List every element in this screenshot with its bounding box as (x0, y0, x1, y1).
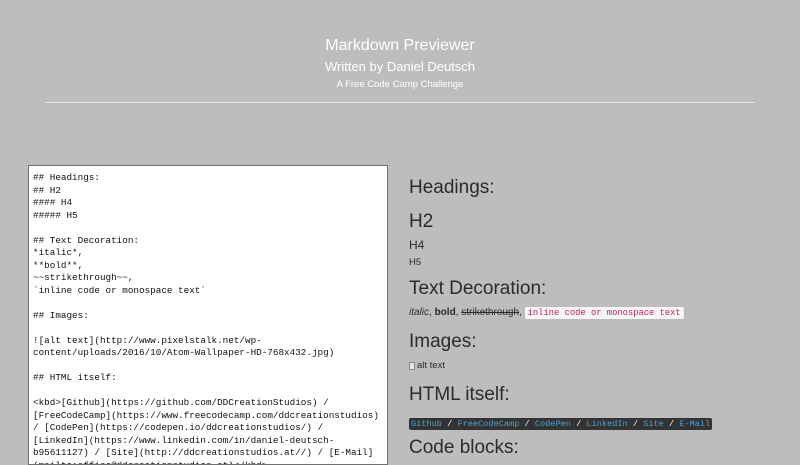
link-email[interactable]: E-Mail (679, 419, 710, 429)
kbd-links: Github / FreeCodeCamp / CodePen / Linked… (409, 418, 713, 430)
link-separator: / (570, 419, 587, 429)
preview-italic: italic (409, 307, 430, 318)
preview-headings-title: Headings: (409, 177, 495, 198)
link-codepen[interactable]: CodePen (535, 419, 571, 429)
link-separator: / (663, 419, 680, 429)
link-site[interactable]: Site (643, 419, 664, 429)
link-linkedin[interactable]: LinkedIn (586, 419, 627, 429)
link-separator: / (519, 419, 535, 429)
link-github[interactable]: Github (411, 419, 442, 429)
page-title: Markdown Previewer (325, 37, 475, 54)
preview-html-title: HTML itself: (409, 384, 510, 405)
link-separator: / (627, 419, 644, 429)
preview-h5: H5 (409, 257, 422, 268)
preview-text-decoration-line: italic, bold, strikethrough, inline code… (409, 307, 684, 319)
header-divider (45, 102, 755, 103)
page-tagline: A Free Code Camp Challenge (336, 79, 464, 90)
link-separator: / (441, 419, 458, 429)
markdown-editor[interactable]: ## Headings: ## H2 #### H4 ##### H5 ## T… (28, 165, 388, 465)
preview-text-decoration-title: Text Decoration: (409, 278, 547, 299)
preview-inline-code: inline code or monospace text (524, 307, 684, 319)
preview-h4: H4 (409, 238, 425, 252)
preview-image: alt text (409, 360, 445, 371)
preview-image-alt: alt text (417, 360, 445, 371)
preview-kbd-links: Github / FreeCodeCamp / CodePen / Linked… (409, 413, 713, 431)
page-subtitle: Written by Daniel Deutsch (324, 59, 476, 74)
preview-images-title: Images: (409, 331, 477, 352)
link-freecodecamp[interactable]: FreeCodeCamp (457, 419, 519, 429)
preview-strikethrough: strikethrough (461, 307, 520, 318)
preview-sep: , (519, 307, 525, 318)
broken-image-icon (409, 361, 415, 370)
preview-bold: bold (434, 307, 456, 318)
preview-h2: H2 (409, 211, 434, 232)
preview-code-blocks-title: Code blocks: (409, 437, 519, 458)
